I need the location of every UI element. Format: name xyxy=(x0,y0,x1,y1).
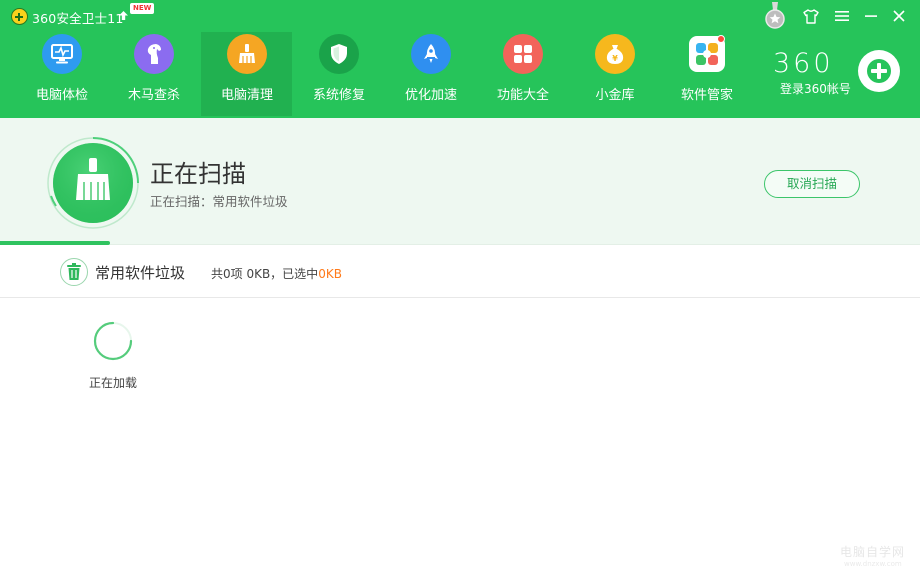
loading-text: 正在加载 xyxy=(89,376,138,390)
medal-icon[interactable] xyxy=(763,2,787,30)
hamburger-menu-icon xyxy=(835,11,849,21)
nav-item-trojan-scan[interactable]: 木马查杀 xyxy=(108,32,200,116)
nav-label: 优化加速 xyxy=(404,88,457,103)
nav-item-system-repair[interactable]: 系统修复 xyxy=(293,32,385,116)
top-header: 360安全卫士11 NEW 电脑体检 木马查杀 电脑清理 系统修复 优化加速 功… xyxy=(0,0,920,118)
close-button[interactable] xyxy=(887,4,911,28)
main-nav: 电脑体检 木马查杀 电脑清理 系统修复 优化加速 功能大全 ¥ 小金库 软件管家 xyxy=(0,32,770,116)
scan-status-panel: 正在扫描 正在扫描：常用软件垃圾 取消扫描 xyxy=(0,118,920,245)
login-link[interactable]: 登录360帐号 xyxy=(780,80,851,97)
rocket-icon xyxy=(411,34,451,74)
nav-label: 系统修复 xyxy=(312,88,365,103)
menu-button[interactable] xyxy=(830,4,854,28)
plus-icon xyxy=(867,59,891,83)
title-bar: 360安全卫士11 NEW xyxy=(0,0,920,32)
app-title: 360安全卫士11 xyxy=(32,11,124,26)
scan-progress-fill xyxy=(0,241,111,245)
minimize-button[interactable] xyxy=(859,4,883,28)
minimize-icon xyxy=(865,15,877,17)
trojan-horse-icon xyxy=(134,34,174,74)
tshirt-icon xyxy=(803,8,819,24)
category-stats: 共0项 0KB，已选中0KB xyxy=(211,265,342,282)
nav-label: 小金库 xyxy=(595,88,635,103)
shield-icon xyxy=(319,34,359,74)
svg-text:¥: ¥ xyxy=(612,54,618,63)
category-stats-total: 共0项 0KB，已选中 xyxy=(211,267,319,281)
scan-subtitle: 正在扫描：常用软件垃圾 xyxy=(150,194,288,209)
nav-label: 功能大全 xyxy=(496,88,549,103)
nav-item-cleanup[interactable]: 电脑清理 xyxy=(201,32,292,116)
nav-item-all-functions[interactable]: 功能大全 xyxy=(477,32,569,116)
monitor-check-icon xyxy=(42,34,82,74)
app-logo-icon xyxy=(11,8,28,25)
nav-label: 电脑清理 xyxy=(220,88,273,103)
cancel-scan-button[interactable]: 取消扫描 xyxy=(764,170,860,198)
notification-dot xyxy=(717,35,725,43)
scan-title: 正在扫描 xyxy=(150,160,246,188)
watermark-url: www.dnzxw.com xyxy=(844,560,902,568)
add-account-button[interactable] xyxy=(858,50,900,92)
upgrade-arrow-icon[interactable] xyxy=(118,10,129,21)
nav-item-checkup[interactable]: 电脑体检 xyxy=(16,32,108,116)
new-badge: NEW xyxy=(130,3,155,14)
brand-logo-360: 360 xyxy=(773,48,834,79)
category-selected-size: 0KB xyxy=(318,267,342,281)
nav-label: 木马查杀 xyxy=(127,88,180,103)
broom-icon xyxy=(227,34,267,74)
watermark: 电脑自学网 xyxy=(840,545,906,559)
scan-progress-bar xyxy=(0,241,920,245)
account-area: 360 登录360帐号 xyxy=(770,32,920,116)
money-bag-icon: ¥ xyxy=(595,34,635,74)
nav-label: 软件管家 xyxy=(680,88,733,103)
grid-icon xyxy=(503,34,543,74)
trash-can-icon xyxy=(60,258,88,286)
skin-button[interactable] xyxy=(799,4,823,28)
nav-item-treasury[interactable]: ¥ 小金库 xyxy=(569,32,661,116)
cleanup-broom-icon xyxy=(47,137,139,229)
nav-item-software-manager[interactable]: 软件管家 xyxy=(661,32,753,116)
category-name: 常用软件垃圾 xyxy=(95,264,186,282)
loading-spinner-icon xyxy=(93,321,133,361)
close-icon xyxy=(893,10,905,22)
category-row[interactable]: 常用软件垃圾 共0项 0KB，已选中0KB xyxy=(0,246,920,298)
nav-label: 电脑体检 xyxy=(35,88,88,103)
nav-item-speedup[interactable]: 优化加速 xyxy=(385,32,477,116)
